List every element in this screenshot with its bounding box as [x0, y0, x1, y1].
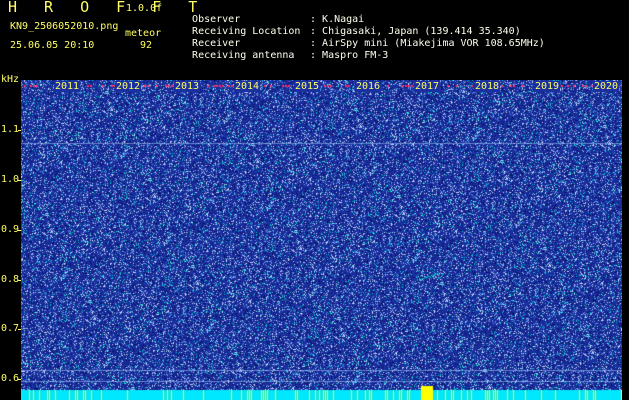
y-axis-unit: kHz [1, 74, 20, 85]
app-brand: H R O F F T [8, 0, 207, 16]
datetime-label: 25.06.05 20:10 [10, 40, 95, 51]
info-row-antenna: Receiving antenna: Maspro FM-3 [192, 50, 389, 61]
info-value: Maspro FM-3 [322, 50, 389, 61]
x-tick-label: 2018 [474, 81, 501, 92]
x-tick-label: 2020 [593, 81, 620, 92]
y-tick-label: 1.1 [1, 124, 20, 135]
x-tick-label: 2015 [294, 81, 321, 92]
y-tick-label: 0.9 [1, 224, 20, 235]
x-tick-label: 2013 [174, 81, 201, 92]
y-tick-label: 0.6 [1, 373, 20, 384]
meteor-count: 92 [140, 40, 153, 51]
x-tick-label: 2016 [355, 81, 382, 92]
spectrogram-plot: 2011 2012 2013 2014 2015 2016 2017 2018 … [21, 80, 622, 400]
filename-label: KN9_2506052010.png [10, 21, 119, 32]
x-tick-label: 2014 [234, 81, 261, 92]
y-tick-label: 0.7 [1, 323, 20, 334]
version-label: 1.0.0f [126, 3, 163, 14]
y-tick-label: 1.0 [1, 174, 20, 185]
x-tick-label: 2019 [534, 81, 561, 92]
info-label: Receiving antenna [192, 50, 295, 61]
x-tick-label: 2017 [414, 81, 441, 92]
meteor-label: meteor [125, 28, 162, 39]
spectrogram-canvas [21, 80, 622, 400]
x-tick-label: 2012 [115, 81, 142, 92]
y-tick-label: 0.8 [1, 274, 20, 285]
right-border [622, 80, 629, 400]
x-tick-label: 2011 [54, 81, 81, 92]
